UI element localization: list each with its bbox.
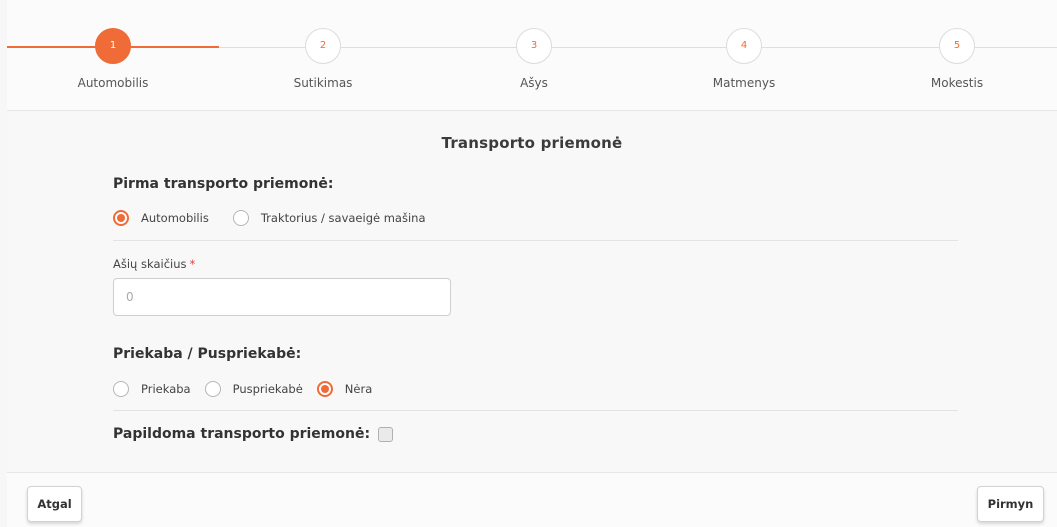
radio-puspriekabe[interactable]: Puspriekabė [204, 381, 303, 397]
step-label: Sutikimas [293, 76, 353, 90]
first-vehicle-radio-group: Automobilis Traktorius / savaeigė mašina [113, 210, 440, 226]
trailer-heading: Priekaba / Puspriekabė: [113, 346, 302, 362]
radio-checked-icon [113, 210, 129, 226]
axles-label: Ašių skaičius * [113, 257, 195, 271]
radio-label: Traktorius / savaeigė mašina [260, 211, 426, 225]
divider [113, 240, 958, 241]
additional-vehicle-label: Papildoma transporto priemonė: [113, 426, 371, 442]
wizard-footer: Atgal Pirmyn [7, 472, 1057, 527]
step-label: Ašys [520, 76, 548, 90]
radio-label: Priekaba [141, 382, 191, 396]
step-number: 1 [95, 28, 131, 64]
additional-vehicle-row: Papildoma transporto priemonė: [113, 426, 394, 442]
radio-checked-icon [316, 381, 333, 397]
additional-vehicle-checkbox[interactable] [378, 426, 394, 442]
step-number: 3 [516, 28, 552, 64]
radio-automobilis[interactable]: Automobilis [113, 210, 209, 226]
first-vehicle-heading: Pirma transporto priemonė: [113, 176, 334, 192]
step-sutikimas[interactable]: 2 Sutikimas [258, 28, 388, 90]
radio-unchecked-icon [113, 381, 129, 397]
divider [113, 410, 958, 411]
step-automobilis[interactable]: 1 Automobilis [48, 28, 178, 90]
next-button[interactable]: Pirmyn [977, 486, 1044, 522]
step-label: Matmenys [712, 76, 776, 90]
trailer-radio-group: Priekaba Puspriekabė Nėra [113, 381, 386, 397]
step-label: Automobilis [77, 76, 149, 90]
radio-unchecked-icon [204, 381, 221, 397]
step-number: 4 [726, 28, 762, 64]
radio-nera[interactable]: Nėra [316, 381, 373, 397]
axles-count-input[interactable] [113, 278, 451, 316]
back-button[interactable]: Atgal [27, 486, 82, 522]
step-asys[interactable]: 3 Ašys [469, 28, 599, 90]
radio-unchecked-icon [232, 210, 249, 226]
axles-label-text: Ašių skaičius [113, 257, 187, 271]
progress-stepper: 1 Automobilis 2 Sutikimas 3 Ašys 4 Matme… [7, 0, 1057, 111]
step-matmenys[interactable]: 4 Matmenys [679, 28, 809, 90]
radio-traktorius[interactable]: Traktorius / savaeigė mašina [232, 210, 426, 226]
step-number: 2 [305, 28, 341, 64]
radio-label: Automobilis [141, 211, 209, 225]
step-label: Mokestis [930, 76, 984, 90]
radio-priekaba[interactable]: Priekaba [113, 381, 191, 397]
radio-label: Puspriekabė [232, 382, 303, 396]
form-title: Transporto priemonė [441, 134, 623, 152]
radio-label: Nėra [344, 382, 373, 396]
wizard-app: 1 Automobilis 2 Sutikimas 3 Ašys 4 Matme… [7, 0, 1057, 527]
step-number: 5 [939, 28, 975, 64]
required-mark: * [189, 257, 196, 271]
step-mokestis[interactable]: 5 Mokestis [892, 28, 1022, 90]
